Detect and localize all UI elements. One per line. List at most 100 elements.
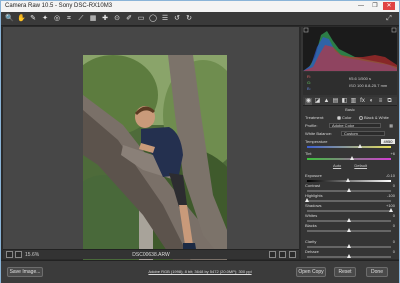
slider-track[interactable] — [307, 178, 391, 182]
crop-tool-icon[interactable]: ⌗ — [65, 14, 73, 23]
fullscreen-icon[interactable]: ⤢ — [385, 14, 393, 23]
slider-thumb[interactable] — [347, 228, 351, 232]
treatment-bw-radio[interactable]: Black & White — [359, 115, 389, 121]
calibration-tab-icon[interactable]: ◐ — [368, 98, 375, 105]
white-balance-tool-icon[interactable]: ✎ — [29, 14, 37, 23]
photo-preview[interactable] — [83, 55, 227, 275]
graduated-filter-icon[interactable]: ▭ — [137, 14, 145, 23]
treatment-color-radio[interactable]: Color — [337, 115, 352, 121]
view-toggle-button[interactable] — [269, 251, 276, 258]
reset-button[interactable]: Reset — [334, 267, 356, 277]
tone-curve-tab-icon[interactable]: ◪ — [314, 98, 321, 105]
slider-track[interactable] — [307, 218, 391, 222]
slider-value-field[interactable]: 4950 — [381, 139, 395, 144]
slider-label: Exposure — [305, 173, 322, 178]
basic-section-title: Basic — [345, 107, 355, 112]
rotate-ccw-icon[interactable]: ↺ — [173, 14, 181, 23]
detail-tab-icon[interactable]: ▲ — [323, 98, 330, 105]
window-title: Camera Raw 10.5 - Sony DSC-RX10M3 — [5, 3, 113, 9]
minimize-button[interactable]: — — [355, 2, 367, 10]
profile-select[interactable]: Adobe Color — [329, 123, 381, 128]
slider-thumb[interactable] — [305, 198, 309, 202]
spot-removal-tool-icon[interactable]: ✚ — [101, 14, 109, 23]
slider-value-field[interactable]: -100 — [381, 193, 395, 199]
rotate-cw-icon[interactable]: ↻ — [185, 14, 193, 23]
slider-thumb[interactable] — [357, 144, 362, 148]
slider-label: Contrast — [305, 183, 321, 188]
radial-filter-icon[interactable]: ◯ — [149, 14, 157, 23]
camera-raw-window: Camera Raw 10.5 - Sony DSC-RX10M3 — ❐ ✕ … — [0, 0, 400, 283]
presets-tab-icon[interactable]: ≡ — [377, 98, 384, 105]
image-preview-area[interactable] — [3, 27, 299, 275]
slider-track[interactable] — [307, 144, 391, 148]
adjustment-brush-icon[interactable]: ✐ — [125, 14, 133, 23]
slider-label: Shadows — [305, 203, 322, 208]
slider-value-field[interactable]: 0 — [381, 213, 395, 219]
slider-thumb[interactable] — [346, 178, 351, 182]
lens-corrections-tab-icon[interactable]: ▥ — [350, 98, 357, 105]
highlight-clipping-icon[interactable] — [391, 27, 397, 33]
auto-link[interactable]: Auto — [333, 163, 341, 168]
slider-thumb[interactable] — [349, 156, 354, 160]
straighten-tool-icon[interactable]: ⟋ — [77, 14, 85, 23]
blue-readout: B: — [307, 86, 311, 91]
snapshots-tab-icon[interactable]: ⧉ — [386, 98, 393, 105]
slider-track[interactable] — [305, 198, 391, 202]
rgb-readout: R: G: B: f/5.6 1/500 s ISO 100 8.8-25.7 … — [303, 72, 397, 95]
basic-tab-icon[interactable]: ◉ — [305, 98, 312, 105]
slider-track[interactable] — [307, 188, 391, 192]
color-sampler-tool-icon[interactable]: ✦ — [41, 14, 49, 23]
slider-label: Temperature — [305, 139, 328, 144]
slider-thumb[interactable] — [347, 188, 351, 192]
camera-info-line1: f/5.6 1/500 s — [349, 76, 372, 81]
slider-value-field[interactable]: +6 — [381, 151, 395, 157]
slider-row-highlights: Highlights -100 — [305, 193, 397, 199]
profile-label: Profile: — [305, 123, 318, 128]
panel-tabs: ◉ ◪ ▲ ▤ ◧ ▥ fx ◐ ≡ ⧉ — [303, 97, 397, 106]
slider-row-dehaze: Dehaze 0 — [305, 249, 397, 255]
split-toning-tab-icon[interactable]: ◧ — [341, 98, 348, 105]
slider-value-field[interactable]: 0 — [381, 183, 395, 189]
slider-thumb[interactable] — [389, 208, 393, 212]
slider-thumb[interactable] — [347, 218, 351, 222]
profile-browser-icon[interactable]: ▦ — [389, 123, 393, 129]
open-copy-button[interactable]: Open Copy — [296, 267, 326, 277]
slider-thumb[interactable] — [347, 244, 351, 248]
slider-track[interactable] — [307, 156, 391, 160]
slider-track[interactable] — [307, 244, 391, 248]
slider-thumb[interactable] — [347, 254, 351, 258]
hand-tool-icon[interactable]: ✋ — [17, 14, 26, 23]
white-balance-select[interactable]: Custom — [341, 131, 385, 136]
camera-info-line2: ISO 100 8.8-25.7 mm — [349, 83, 388, 88]
settings-swap-button[interactable] — [289, 251, 296, 258]
title-bar: Camera Raw 10.5 - Sony DSC-RX10M3 — ❐ ✕ — [1, 1, 399, 12]
zoom-tool-icon[interactable]: 🔍 — [5, 14, 14, 23]
slider-label: Whites — [305, 213, 318, 218]
hsl-tab-icon[interactable]: ▤ — [332, 98, 339, 105]
white-balance-row: White Balance: Custom — [305, 131, 397, 137]
red-eye-tool-icon[interactable]: ⊙ — [113, 14, 121, 23]
slider-value-field[interactable]: 0 — [381, 223, 395, 229]
maximize-button[interactable]: ❐ — [369, 2, 381, 10]
slider-track[interactable] — [307, 228, 391, 232]
treatment-label: Treatment: — [305, 115, 325, 120]
histogram-graph — [303, 27, 397, 71]
effects-tab-icon[interactable]: fx — [359, 98, 366, 105]
slider-track[interactable] — [307, 208, 393, 212]
close-button[interactable]: ✕ — [383, 2, 395, 10]
slider-label: Dehaze — [305, 249, 319, 254]
slider-value-field[interactable]: 0 — [381, 239, 395, 245]
shadow-clipping-icon[interactable] — [303, 27, 309, 33]
done-button[interactable]: Done — [366, 267, 388, 277]
transform-tool-icon[interactable]: ▦ — [89, 14, 97, 23]
targeted-adjustment-tool-icon[interactable]: ◎ — [53, 14, 61, 23]
slider-value-field[interactable]: -0.10 — [381, 173, 395, 179]
default-link[interactable]: Default — [354, 163, 367, 168]
slider-row-contrast: Contrast 0 — [305, 183, 397, 189]
white-balance-label: White Balance: — [305, 131, 332, 136]
before-after-button[interactable] — [279, 251, 286, 258]
slider-value-field[interactable]: 0 — [381, 249, 395, 255]
slider-track[interactable] — [307, 254, 391, 258]
preferences-icon[interactable]: ☰ — [161, 14, 169, 23]
status-bar: 15.6% DSC00638.ARW — [3, 249, 299, 259]
